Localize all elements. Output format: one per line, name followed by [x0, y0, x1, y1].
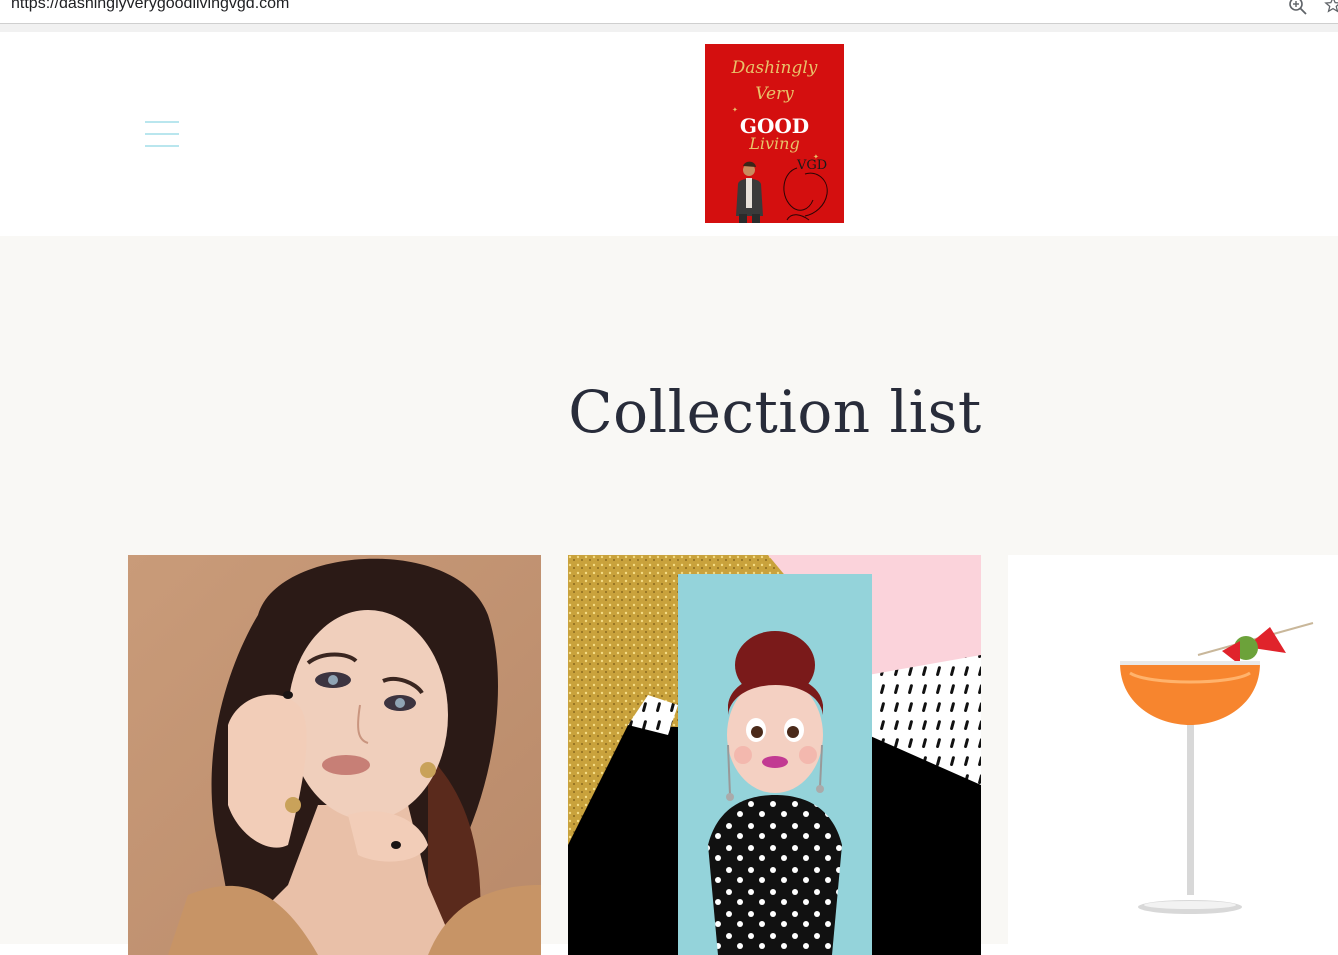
logo-line-living: Living: [749, 134, 800, 153]
collection-card-cocktail[interactable]: [1008, 555, 1338, 955]
menu-bar: [145, 145, 179, 147]
menu-bar: [145, 121, 179, 123]
page-title: Collection list: [568, 378, 982, 446]
collection-card-avatar[interactable]: [568, 555, 981, 955]
logo-line-dashingly: Dashingly: [731, 58, 818, 78]
star-icon[interactable]: [1324, 0, 1338, 14]
menu-bar: [145, 133, 179, 135]
browser-url-bar[interactable]: https://dashinglyverygoodlivingvgd.com: [0, 0, 1338, 24]
svg-text:✦: ✦: [732, 106, 738, 114]
site-logo[interactable]: ✦ ✦ Dashingly Very GOOD Living VGD: [705, 44, 844, 223]
main-content: Collection list: [0, 236, 1338, 955]
hamburger-menu-icon[interactable]: [140, 116, 184, 152]
woman-portrait-image: [128, 555, 541, 955]
logo-line-very: Very: [755, 84, 794, 104]
browser-divider: [0, 24, 1338, 32]
url-text[interactable]: https://dashinglyverygoodlivingvgd.com: [11, 0, 289, 13]
avatar-girl-image: [568, 555, 981, 955]
site-header: ✦ ✦ Dashingly Very GOOD Living VGD: [0, 32, 1338, 236]
logo-line-vgd: VGD: [797, 158, 828, 173]
collection-card-woman-portrait[interactable]: [128, 555, 541, 955]
zoom-icon[interactable]: [1288, 0, 1308, 16]
orange-cocktail-image: [1008, 555, 1338, 955]
